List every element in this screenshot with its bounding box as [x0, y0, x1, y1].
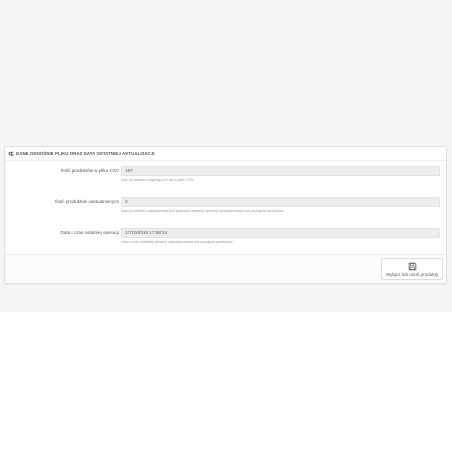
panel-title: DANE ODNOŚNIE PLIKU ORAZ DATA OSTATNIEJ …	[16, 151, 155, 156]
csv-product-count-field: 197	[121, 166, 440, 176]
field-label: Ilość produktów uaktualnionych	[55, 199, 119, 204]
field-help-text: Data i czas ostatniej operacji zaktualiz…	[121, 240, 233, 244]
panel-heading: DANE ODNOŚNIE PLIKU ORAZ DATA OSTATNIEJ …	[5, 147, 446, 161]
updated-product-count-field: 0	[121, 197, 440, 207]
save-icon	[408, 262, 416, 270]
field-help-text: Ilość produktów znajdujących się w pliku…	[121, 178, 194, 182]
gears-icon	[8, 151, 14, 156]
last-operation-datetime-field: 17/10/2019 17:58:34	[121, 228, 440, 238]
field-label: Data i czas ostatniej operacji	[60, 230, 119, 235]
csv-info-panel: DANE ODNOŚNIE PLIKU ORAZ DATA OSTATNIEJ …	[4, 146, 447, 284]
panel-footer: Wyłącz lub usuń produkty	[5, 254, 446, 283]
disable-or-delete-products-button[interactable]: Wyłącz lub usuń produkty	[381, 258, 443, 280]
field-help-text: Ilość produktów zaktualizowanych podczas…	[121, 209, 284, 213]
button-label: Wyłącz lub usuń produkty	[385, 271, 439, 277]
field-label: Ilość produktów w pliku CSV	[61, 168, 119, 173]
